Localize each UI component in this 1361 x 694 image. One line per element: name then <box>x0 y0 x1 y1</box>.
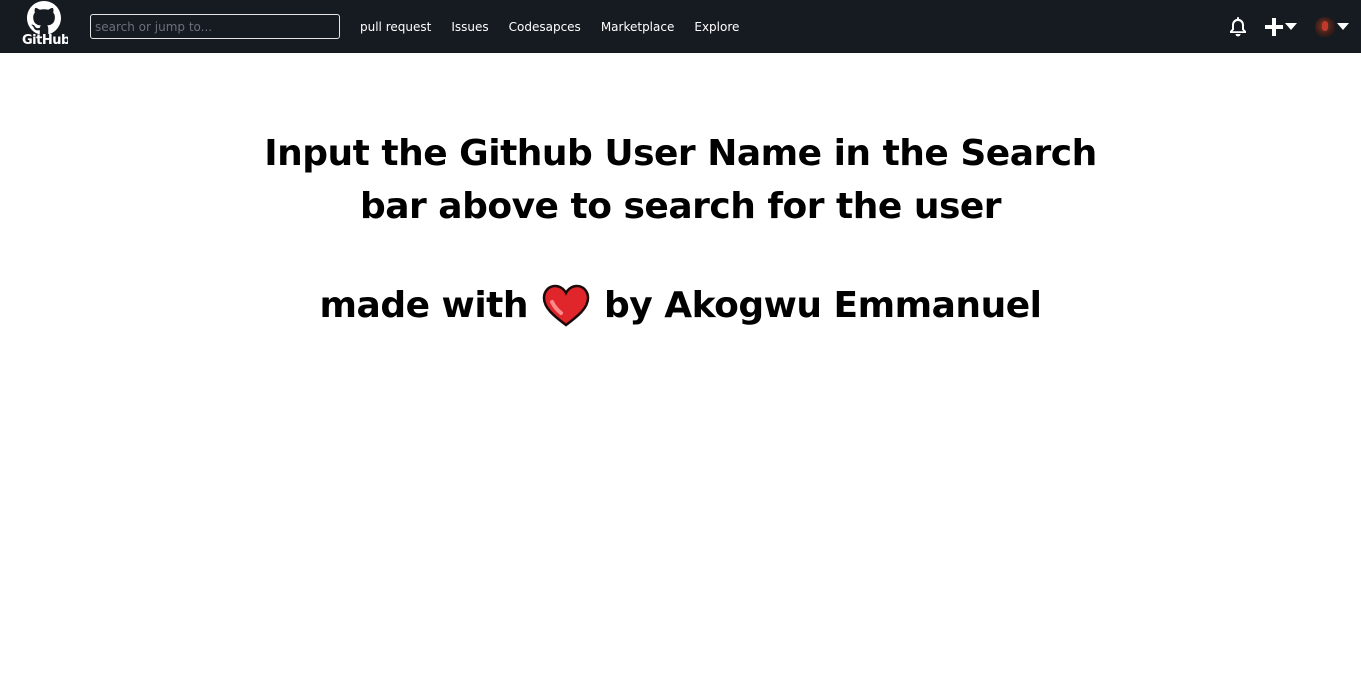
create-new-button[interactable] <box>1265 17 1297 36</box>
github-octocat-icon <box>27 1 61 35</box>
nav-issues[interactable]: Issues <box>441 20 498 34</box>
credit-line: made with by Akogwu Emmanuel <box>0 282 1361 330</box>
chevron-down-icon <box>1337 23 1349 30</box>
main-content: Input the Github User Name in the Search… <box>0 53 1361 330</box>
top-navigation-bar: GitHub pull request Issues Codesapces Ma… <box>0 0 1361 53</box>
credit-suffix: by Akogwu Emmanuel <box>604 285 1042 326</box>
instruction-heading: Input the Github User Name in the Search… <box>264 133 1097 227</box>
nav-codespaces[interactable]: Codesapces <box>499 20 591 34</box>
github-logo[interactable]: GitHub <box>22 0 68 53</box>
heart-icon <box>542 284 590 327</box>
search-input[interactable] <box>90 14 340 39</box>
github-wordmark: GitHub <box>22 33 68 48</box>
credit-prefix: made with <box>319 285 529 326</box>
nav-explore[interactable]: Explore <box>684 20 749 34</box>
bell-icon <box>1230 16 1246 36</box>
chevron-down-icon <box>1285 23 1297 30</box>
nav-marketplace[interactable]: Marketplace <box>591 20 685 34</box>
avatar <box>1315 16 1335 37</box>
header-tools <box>1229 0 1349 53</box>
nav-pull-request[interactable]: pull request <box>350 20 441 34</box>
main-nav: pull request Issues Codesapces Marketpla… <box>350 0 749 53</box>
plus-icon <box>1265 17 1283 36</box>
notifications-button[interactable] <box>1229 16 1247 37</box>
user-menu-button[interactable] <box>1315 16 1349 37</box>
